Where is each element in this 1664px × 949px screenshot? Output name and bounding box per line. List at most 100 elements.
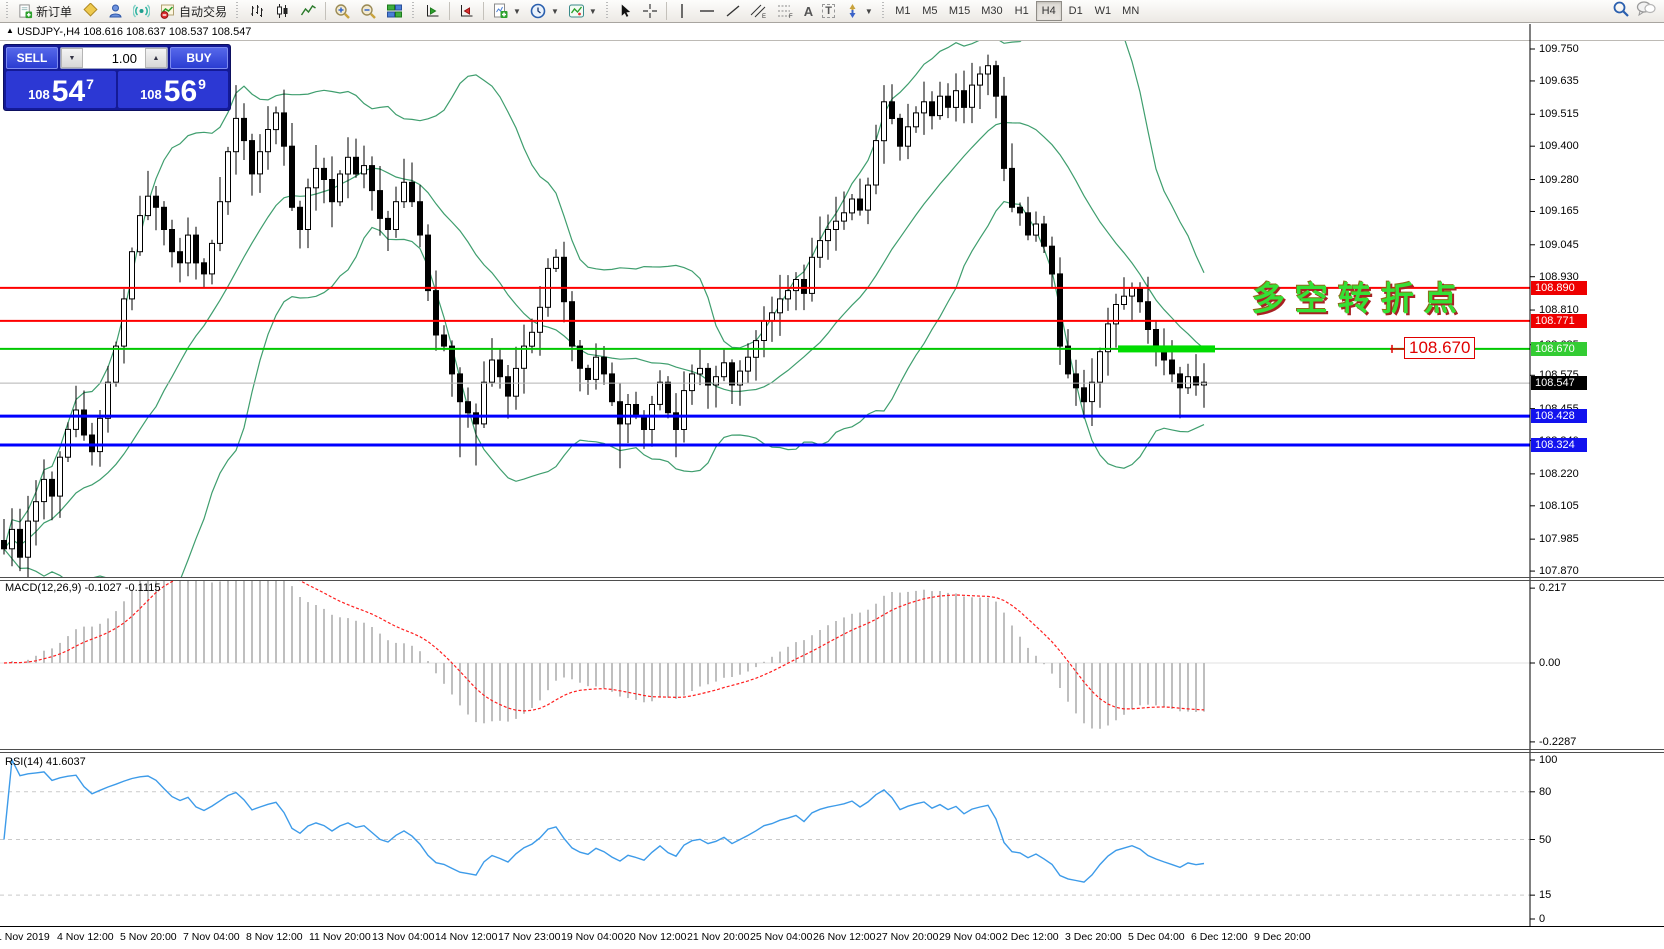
price-tick: 109.280 xyxy=(1539,174,1579,186)
text-tool[interactable]: A xyxy=(800,1,817,22)
rsi-tick: 100 xyxy=(1539,754,1557,766)
crosshair-button[interactable] xyxy=(638,1,662,22)
chevron-down-icon: ▼ xyxy=(513,7,521,16)
timeframe-M5[interactable]: M5 xyxy=(917,1,943,21)
candlestick-button[interactable] xyxy=(270,1,295,22)
panel-separator[interactable] xyxy=(0,749,1664,750)
toolbar-grip[interactable] xyxy=(234,2,241,20)
price-badge-108.324: 108.324 xyxy=(1531,438,1587,452)
price-direction-icon: ▲ xyxy=(6,26,14,35)
panel-separator[interactable] xyxy=(0,752,1664,753)
svg-text:F: F xyxy=(789,14,793,19)
chat-icon[interactable] xyxy=(1636,0,1656,22)
sell-price-sup: 7 xyxy=(86,76,94,92)
horizontal-line-tool[interactable] xyxy=(694,1,720,22)
auto-scroll-button[interactable] xyxy=(420,1,445,22)
toolbar-grip[interactable] xyxy=(880,2,887,20)
time-axis-label: 13 Nov 04:00 xyxy=(372,931,434,943)
time-axis-label: 19 Nov 04:00 xyxy=(561,931,623,943)
new-chart-button[interactable]: ▼ xyxy=(488,1,525,22)
chart-shift-button[interactable] xyxy=(454,1,479,22)
sell-button[interactable]: SELL xyxy=(6,47,58,69)
timeframe-W1[interactable]: W1 xyxy=(1090,1,1117,21)
timeframe-bar: M1M5M15M30H1H4D1W1MN xyxy=(890,1,1144,21)
one-click-trading-panel: SELL ▼ 1.00 ▲ BUY 108 54 7 108 56 9 xyxy=(3,44,231,111)
macd-tick: 0.00 xyxy=(1539,657,1560,669)
line-chart-button[interactable] xyxy=(296,1,321,22)
timeframe-MN[interactable]: MN xyxy=(1117,1,1144,21)
macd-tick: 0.217 xyxy=(1539,582,1567,594)
time-axis-divider xyxy=(0,926,1664,927)
zoom-out-icon xyxy=(360,3,377,20)
time-axis-label: 29 Nov 04:00 xyxy=(939,931,1001,943)
time-axis-label: 6 Dec 12:00 xyxy=(1191,931,1248,943)
timeframe-H4[interactable]: H4 xyxy=(1036,1,1062,21)
sell-price[interactable]: 108 54 7 xyxy=(6,71,116,108)
fibonacci-icon: F xyxy=(777,3,795,19)
bar-chart-button[interactable] xyxy=(244,1,269,22)
timeframe-M15[interactable]: M15 xyxy=(944,1,975,21)
time-axis-label: 9 Dec 20:00 xyxy=(1254,931,1311,943)
text-icon: A xyxy=(804,4,813,19)
indicators-button[interactable]: ▼ xyxy=(564,1,601,22)
time-axis-label: 4 Nov 12:00 xyxy=(57,931,114,943)
search-icon[interactable] xyxy=(1612,0,1630,23)
buy-price-sup: 9 xyxy=(198,76,206,92)
clock-icon xyxy=(530,3,547,20)
panel-separator[interactable] xyxy=(0,580,1664,581)
vertical-line-tool[interactable] xyxy=(671,1,693,22)
symbol-ohlc-text: USDJPY-,H4 108.616 108.637 108.537 108.5… xyxy=(17,26,251,38)
fibonacci-tool[interactable]: F xyxy=(773,1,799,22)
timeframe-D1[interactable]: D1 xyxy=(1063,1,1089,21)
volume-increase-button[interactable]: ▲ xyxy=(145,48,167,68)
zoom-in-icon xyxy=(334,3,351,20)
cursor-button[interactable] xyxy=(614,1,637,22)
price-badge-108.547: 108.547 xyxy=(1531,376,1587,390)
mt4-terminal: { "toolbar": { "new_order_label": "新订单",… xyxy=(0,0,1664,949)
autotrading-label: 自动交易 xyxy=(179,3,227,20)
macd-label: MACD(12,26,9) -0.1027 -0.1115 xyxy=(5,582,161,594)
horizontal-line-icon xyxy=(698,3,716,19)
arrows-tool[interactable]: ▼ xyxy=(840,1,877,22)
time-axis-label: 21 Nov 20:00 xyxy=(687,931,749,943)
new-order-button[interactable]: 新订单 xyxy=(14,1,76,22)
timeframe-M1[interactable]: M1 xyxy=(890,1,916,21)
buy-button[interactable]: BUY xyxy=(170,47,228,69)
price-tick: 109.400 xyxy=(1539,140,1579,152)
channel-tool[interactable]: E xyxy=(746,1,772,22)
time-axis-label: 2 Dec 12:00 xyxy=(1002,931,1059,943)
charts-button[interactable] xyxy=(77,1,102,22)
zoom-out-button[interactable] xyxy=(356,1,381,22)
toolbar-grip[interactable] xyxy=(604,2,611,20)
auto-scroll-icon xyxy=(424,3,441,19)
trendline-tool[interactable] xyxy=(721,1,745,22)
tile-windows-button[interactable] xyxy=(382,1,407,22)
new-order-label: 新订单 xyxy=(36,3,72,20)
buy-price[interactable]: 108 56 9 xyxy=(118,71,228,108)
volume-value[interactable]: 1.00 xyxy=(83,48,145,68)
toolbar-grip[interactable] xyxy=(4,2,11,20)
timeframe-M30[interactable]: M30 xyxy=(976,1,1007,21)
profile-button[interactable] xyxy=(103,1,128,22)
time-axis-label: 8 Nov 12:00 xyxy=(246,931,303,943)
price-label-box[interactable]: 108.670 xyxy=(1404,337,1475,359)
periods-button[interactable]: ▼ xyxy=(526,1,563,22)
zoom-in-button[interactable] xyxy=(330,1,355,22)
chart-annotation-text[interactable]: 多空转折点 xyxy=(1252,272,1467,320)
time-axis-label: 1 Nov 2019 xyxy=(0,931,50,943)
panel-separator[interactable] xyxy=(0,577,1664,578)
price-chart-canvas[interactable] xyxy=(0,0,1664,949)
macd-tick: -0.2287 xyxy=(1539,736,1576,748)
price-tick: 109.515 xyxy=(1539,108,1579,120)
chevron-down-icon: ▼ xyxy=(589,7,597,16)
price-tick: 109.635 xyxy=(1539,75,1579,87)
gold-diamond-icon xyxy=(81,3,98,19)
equidistant-channel-icon: E xyxy=(750,3,768,19)
timeframe-H1[interactable]: H1 xyxy=(1009,1,1035,21)
time-axis-label: 11 Nov 20:00 xyxy=(309,931,371,943)
toolbar-grip[interactable] xyxy=(410,2,417,20)
volume-decrease-button[interactable]: ▼ xyxy=(61,48,83,68)
text-label-tool[interactable]: T xyxy=(818,1,839,22)
signals-button[interactable] xyxy=(129,1,154,22)
autotrading-button[interactable]: 自动交易 xyxy=(155,1,231,22)
